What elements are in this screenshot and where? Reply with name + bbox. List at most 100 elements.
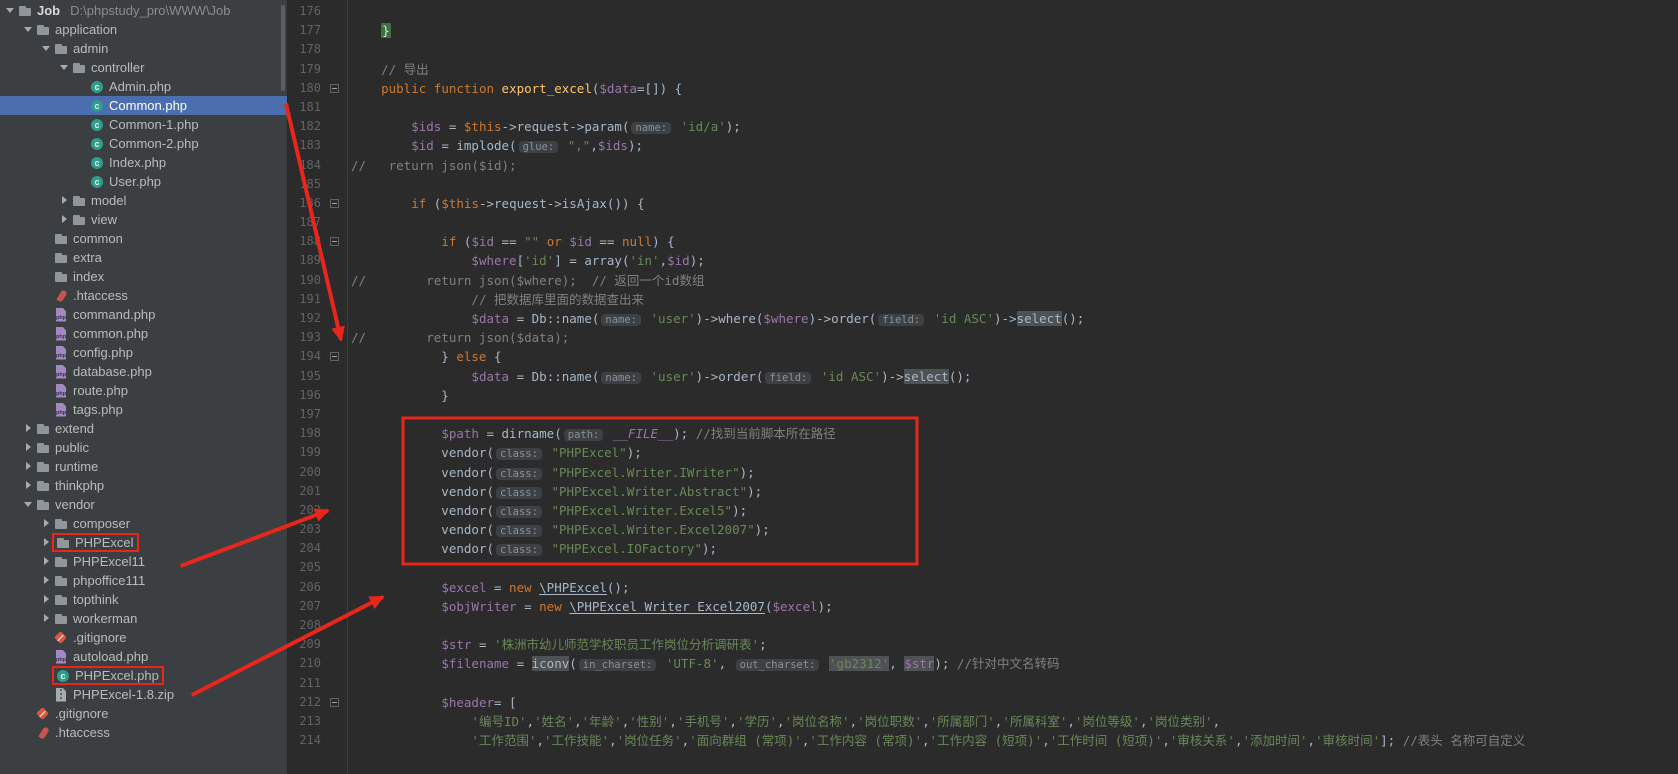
chevron-right-icon[interactable] — [22, 422, 35, 435]
code-line[interactable]: 196 } — [289, 386, 1678, 405]
chevron-down-icon[interactable] — [22, 23, 35, 36]
tree-item-phpexcel11[interactable]: PHPExcel11 — [0, 552, 287, 571]
fold-marker-icon[interactable] — [330, 237, 339, 247]
tree-item-composer[interactable]: composer — [0, 514, 287, 533]
tree-scrollbar[interactable] — [281, 5, 285, 91]
tree-item-model[interactable]: model — [0, 191, 287, 210]
tree-item--htaccess[interactable]: .htaccess — [0, 286, 287, 305]
code-line[interactable]: 193 // return json($data); — [289, 328, 1678, 347]
code-line[interactable]: 204 vendor(class: "PHPExcel.IOFactory"); — [289, 539, 1678, 558]
tree-item-common-1-php[interactable]: Common-1.php — [0, 115, 287, 134]
chevron-right-icon[interactable] — [40, 555, 53, 568]
code-line[interactable]: 209 $str = '株洲市幼儿师范学校职员工作岗位分析调研表'; — [289, 635, 1678, 654]
code-line[interactable]: 178 — [289, 40, 1678, 59]
code-line[interactable]: 177 } — [289, 21, 1678, 40]
code-line[interactable]: 184 // return json($id); — [289, 156, 1678, 175]
fold-marker-icon[interactable] — [330, 198, 339, 208]
chevron-down-icon[interactable] — [22, 498, 35, 511]
tree-item-command-php[interactable]: command.php — [0, 305, 287, 324]
tree-item-view[interactable]: view — [0, 210, 287, 229]
code-line[interactable]: 207 $objWriter = new \PHPExcel_Writer_Ex… — [289, 597, 1678, 616]
code-line[interactable]: 208 — [289, 616, 1678, 635]
code-line[interactable]: 199 vendor(class: "PHPExcel"); — [289, 443, 1678, 462]
fold-marker-icon[interactable] — [330, 352, 339, 362]
tree-item-route-php[interactable]: route.php — [0, 381, 287, 400]
tree-item-autoload-php[interactable]: autoload.php — [0, 647, 287, 666]
fold-marker-icon[interactable] — [330, 83, 339, 93]
chevron-right-icon[interactable] — [58, 194, 71, 207]
chevron-right-icon[interactable] — [40, 593, 53, 606]
tree-item-database-php[interactable]: database.php — [0, 362, 287, 381]
code-line[interactable]: 201 vendor(class: "PHPExcel.Writer.Abstr… — [289, 482, 1678, 501]
tree-item-application[interactable]: application — [0, 20, 287, 39]
tree-item-index[interactable]: index — [0, 267, 287, 286]
code-line[interactable]: 197 — [289, 405, 1678, 424]
tree-item-controller[interactable]: controller — [0, 58, 287, 77]
code-line[interactable]: 192 $data = Db::name(name: 'user')->wher… — [289, 309, 1678, 328]
code-line[interactable]: 210 $filename = iconv(in_charset: 'UTF-8… — [289, 654, 1678, 673]
tree-item-vendor[interactable]: vendor — [0, 495, 287, 514]
tree-item-common-php[interactable]: common.php — [0, 324, 287, 343]
tree-item-phpoffice111[interactable]: phpoffice111 — [0, 571, 287, 590]
tree-item--gitignore[interactable]: .gitignore — [0, 704, 287, 723]
code-line[interactable]: 180 public function export_excel($data=[… — [289, 79, 1678, 98]
chevron-right-icon[interactable] — [22, 441, 35, 454]
chevron-right-icon[interactable] — [22, 460, 35, 473]
code-line[interactable]: 181 — [289, 98, 1678, 117]
fold-marker-icon[interactable] — [330, 697, 339, 707]
code-line[interactable]: 186 if ($this->request->isAjax()) { — [289, 194, 1678, 213]
tree-item-workerman[interactable]: workerman — [0, 609, 287, 628]
tree-item-common[interactable]: common — [0, 229, 287, 248]
tree-item-job[interactable]: Job D:\phpstudy_pro\WWW\Job — [0, 1, 287, 20]
tree-item-admin-php[interactable]: Admin.php — [0, 77, 287, 96]
code-line[interactable]: 179 // 导出 — [289, 60, 1678, 79]
code-line[interactable]: 211 — [289, 674, 1678, 693]
tree-item-common-2-php[interactable]: Common-2.php — [0, 134, 287, 153]
tree-item-phpexcel-php[interactable]: PHPExcel.php — [0, 666, 287, 685]
code-line[interactable]: 185 — [289, 175, 1678, 194]
code-line[interactable]: 203 vendor(class: "PHPExcel.Writer.Excel… — [289, 520, 1678, 539]
code-line[interactable]: 176 — [289, 2, 1678, 21]
tree-item-config-php[interactable]: config.php — [0, 343, 287, 362]
tree-item-runtime[interactable]: runtime — [0, 457, 287, 476]
chevron-right-icon[interactable] — [40, 536, 53, 549]
chevron-down-icon[interactable] — [40, 42, 53, 55]
tree-item-common-php[interactable]: Common.php — [0, 96, 287, 115]
code-line[interactable]: 206 $excel = new \PHPExcel(); — [289, 578, 1678, 597]
tree-item-phpexcel-1-8-zip[interactable]: PHPExcel-1.8.zip — [0, 685, 287, 704]
tree-item-admin[interactable]: admin — [0, 39, 287, 58]
code-line[interactable]: 202 vendor(class: "PHPExcel.Writer.Excel… — [289, 501, 1678, 520]
chevron-right-icon[interactable] — [40, 517, 53, 530]
tree-item-index-php[interactable]: Index.php — [0, 153, 287, 172]
tree-item--gitignore[interactable]: .gitignore — [0, 628, 287, 647]
tree-item-topthink[interactable]: topthink — [0, 590, 287, 609]
code-line[interactable]: 194 } else { — [289, 347, 1678, 366]
tree-item-phpexcel[interactable]: PHPExcel — [0, 533, 287, 552]
code-line[interactable]: 214 '工作范围','工作技能','岗位任务','面向群组 (常项)','工作… — [289, 731, 1678, 750]
code-line[interactable]: 191 // 把数据库里面的数据查出来 — [289, 290, 1678, 309]
tree-item-extend[interactable]: extend — [0, 419, 287, 438]
chevron-right-icon[interactable] — [40, 574, 53, 587]
code-line[interactable]: 205 — [289, 558, 1678, 577]
chevron-right-icon[interactable] — [58, 213, 71, 226]
code-line[interactable]: 182 $ids = $this->request->param(name: '… — [289, 117, 1678, 136]
tree-item-user-php[interactable]: User.php — [0, 172, 287, 191]
code-line[interactable]: 188 if ($id == "" or $id == null) { — [289, 232, 1678, 251]
chevron-down-icon[interactable] — [58, 61, 71, 74]
tree-item-extra[interactable]: extra — [0, 248, 287, 267]
code-line[interactable]: 190 // return json($where); // 返回一个id数组 — [289, 271, 1678, 290]
code-line[interactable]: 189 $where['id'] = array('in',$id); — [289, 251, 1678, 270]
tree-item-thinkphp[interactable]: thinkphp — [0, 476, 287, 495]
code-line[interactable]: 183 $id = implode(glue: ",",$ids); — [289, 136, 1678, 155]
tree-item--htaccess[interactable]: .htaccess — [0, 723, 287, 742]
chevron-down-icon[interactable] — [4, 4, 17, 17]
code-line[interactable]: 213 '编号ID','姓名','年龄','性别','手机号','学历','岗位… — [289, 712, 1678, 731]
code-line[interactable]: 195 $data = Db::name(name: 'user')->orde… — [289, 367, 1678, 386]
tree-item-public[interactable]: public — [0, 438, 287, 457]
code-line[interactable]: 200 vendor(class: "PHPExcel.Writer.IWrit… — [289, 463, 1678, 482]
code-line[interactable]: 212 $header= [ — [289, 693, 1678, 712]
code-line[interactable]: 187 — [289, 213, 1678, 232]
tree-item-tags-php[interactable]: tags.php — [0, 400, 287, 419]
chevron-right-icon[interactable] — [22, 479, 35, 492]
code-line[interactable]: 198 $path = dirname(path: __FILE__); //找… — [289, 424, 1678, 443]
